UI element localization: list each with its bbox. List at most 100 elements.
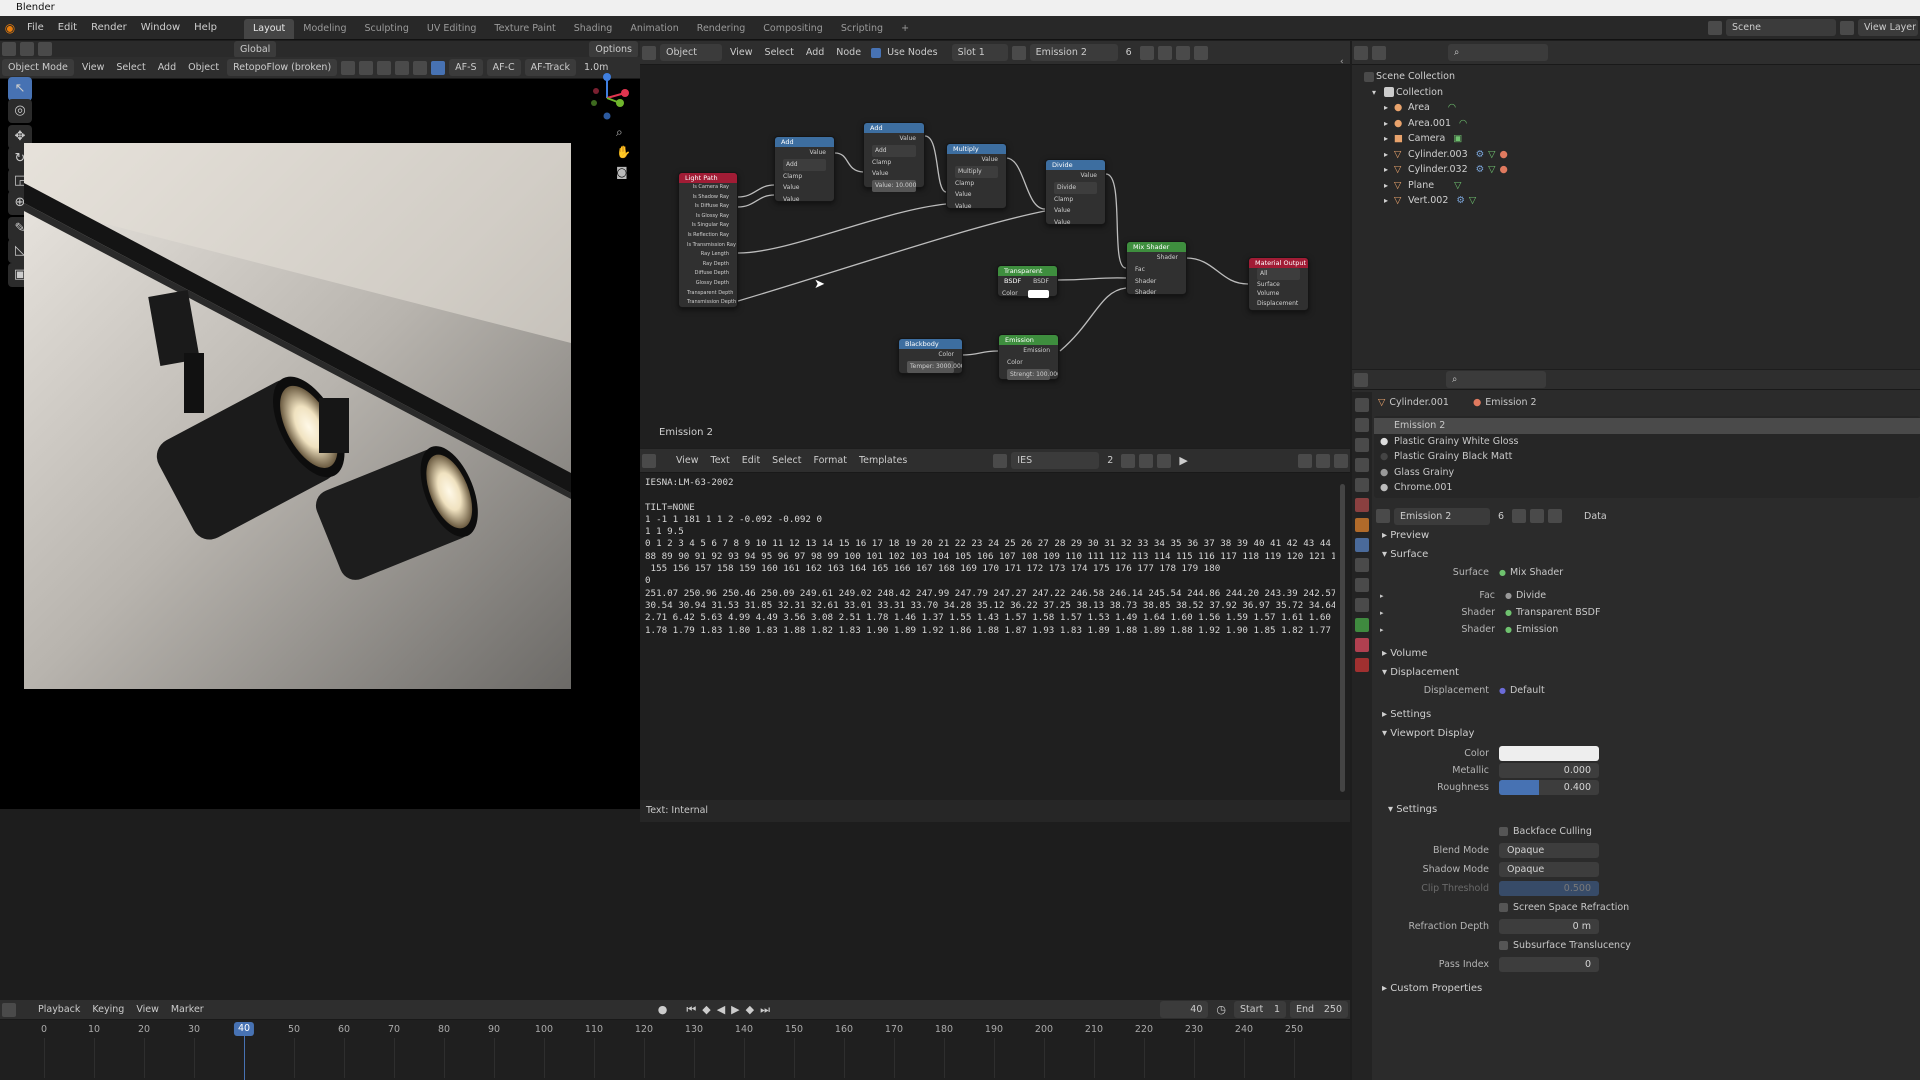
viewport-menu-select[interactable]: Select: [110, 62, 151, 73]
section-settings[interactable]: ▸ Settings: [1374, 705, 1920, 724]
text-content[interactable]: IESNA:LM-63-2002 TILT=NONE 1 -1 1 181 1 …: [645, 477, 1335, 797]
play-icon[interactable]: ▶: [731, 1003, 739, 1016]
pass-index-field[interactable]: 0: [1499, 957, 1599, 972]
collection-row[interactable]: ▾ Collection: [1362, 85, 1912, 101]
add-clamp-checkbox[interactable]: Clamp: [864, 157, 924, 169]
light-path-output[interactable]: Glossy Depth: [679, 279, 737, 289]
material-slot-item[interactable]: ● Glass Grainy: [1374, 465, 1920, 481]
viewport-menu-object[interactable]: Object: [182, 62, 225, 73]
light-path-output[interactable]: Transmission Depth: [679, 298, 737, 308]
scene-collection-row[interactable]: Scene Collection: [1362, 69, 1912, 85]
math-add-node[interactable]: Add Value Add Clamp Value Value: [774, 136, 835, 203]
shading-rendered-icon[interactable]: [431, 60, 446, 75]
section-volume[interactable]: ▸ Volume: [1374, 644, 1920, 663]
output-volume-input[interactable]: Volume: [1249, 289, 1308, 299]
zoom-view-icon[interactable]: ⌕: [616, 125, 623, 140]
expand-arrow-icon[interactable]: ▸: [1384, 178, 1394, 194]
viewport-menu-add[interactable]: Add: [152, 62, 182, 73]
fac-value[interactable]: Divide: [1516, 590, 1546, 601]
menu-help[interactable]: Help: [187, 16, 224, 40]
divide-input[interactable]: Value: [1046, 205, 1105, 217]
light-path-output[interactable]: Is Transmission Ray: [679, 241, 737, 251]
editor-type-icon[interactable]: [642, 453, 656, 468]
timeline-menu-playback[interactable]: Playback: [32, 1004, 86, 1015]
jump-end-icon[interactable]: ⏭: [760, 1003, 770, 1017]
blend-mode-dropdown[interactable]: Opaque: [1499, 843, 1599, 858]
light-path-output[interactable]: Is Camera Ray: [679, 183, 737, 193]
text-menu-edit[interactable]: Edit: [736, 455, 766, 466]
navigation-gizmo[interactable]: [582, 73, 632, 123]
text-menu-templates[interactable]: Templates: [853, 455, 913, 466]
light-path-output[interactable]: Is Shadow Ray: [679, 193, 737, 203]
timeline-menu-marker[interactable]: Marker: [165, 1004, 210, 1015]
light-path-output[interactable]: Is Reflection Ray: [679, 231, 737, 241]
timeline[interactable]: Playback Keying View Marker ● ⏮ ◆ ◀ ▶ ◆ …: [0, 1000, 1350, 1080]
timeline-menu-view[interactable]: View: [130, 1004, 165, 1015]
multiply-input[interactable]: Value: [947, 201, 1006, 213]
object-tab-icon[interactable]: [1355, 518, 1369, 532]
select-mode-icon[interactable]: [38, 42, 52, 56]
multiply-input[interactable]: Value: [947, 189, 1006, 201]
tab-scripting[interactable]: Scripting: [832, 19, 892, 39]
retopoflow-menu[interactable]: RetopoFlow (broken): [227, 59, 338, 76]
word-wrap-icon[interactable]: [1316, 453, 1330, 468]
outliner[interactable]: ⌕ Scene Collection ▾ Collection ▸ ● Area…: [1352, 41, 1920, 369]
light-path-output[interactable]: Ray Depth: [679, 260, 737, 270]
text-menu-format[interactable]: Format: [807, 455, 852, 466]
light-path-output[interactable]: Is Diffuse Ray: [679, 202, 737, 212]
text-browse-icon[interactable]: [993, 453, 1008, 468]
playhead-line[interactable]: [244, 1036, 245, 1080]
menu-edit[interactable]: Edit: [51, 16, 84, 40]
af-track-button[interactable]: AF-Track: [524, 59, 576, 76]
view-layer-tab-icon[interactable]: [1355, 458, 1369, 472]
strength-field[interactable]: Strengt: 100.000: [1007, 368, 1058, 381]
add-operation-dropdown[interactable]: Add: [872, 144, 916, 157]
blender-logo-icon[interactable]: ◉: [0, 21, 20, 35]
add-node-output[interactable]: Value: [775, 147, 834, 159]
editor-type-icon[interactable]: [2, 1002, 16, 1017]
editor-type-icon[interactable]: [1354, 372, 1368, 387]
link-data-button[interactable]: Data: [1578, 511, 1613, 522]
outliner-item[interactable]: ▸ ▽ Cylinder.032 ⚙ ▽ ●: [1362, 162, 1912, 178]
section-settings-sub[interactable]: ▾ Settings: [1374, 800, 1920, 819]
properties-search-field[interactable]: ⌕: [1446, 371, 1546, 388]
tool-tab-icon[interactable]: [1355, 398, 1369, 412]
menu-file[interactable]: File: [20, 16, 51, 40]
material-name-field[interactable]: Emission 2: [1394, 507, 1490, 525]
constraints-tab-icon[interactable]: [1355, 598, 1369, 612]
start-frame-field[interactable]: Start 1: [1234, 1001, 1286, 1018]
record-icon[interactable]: ●: [658, 1003, 668, 1016]
shading-material-icon[interactable]: [413, 60, 428, 75]
output-surface-input[interactable]: Surface: [1249, 280, 1308, 290]
unlink-material-icon[interactable]: [1548, 509, 1563, 523]
expand-arrow-icon[interactable]: ▸: [1384, 162, 1394, 178]
tab-modeling[interactable]: Modeling: [294, 19, 355, 39]
unlink-text-icon[interactable]: [1157, 453, 1172, 468]
prev-keyframe-icon[interactable]: ◆: [702, 1003, 710, 1016]
af-s-button[interactable]: AF-S: [449, 59, 483, 76]
section-surface[interactable]: ▾ Surface: [1374, 545, 1920, 564]
tab-sculpting[interactable]: Sculpting: [355, 19, 417, 39]
outliner-item[interactable]: ▸ ■ Camera ▣: [1362, 131, 1912, 147]
play-reverse-icon[interactable]: ◀: [717, 1003, 725, 1016]
math-add-node[interactable]: Add Value Add Clamp Value Value: 10.000: [863, 122, 925, 192]
shading-solid-icon[interactable]: [395, 60, 410, 75]
line-numbers-icon[interactable]: [1298, 453, 1312, 468]
clip-threshold-slider[interactable]: 0.500: [1499, 881, 1599, 896]
multiply-clamp-checkbox[interactable]: Clamp: [947, 178, 1006, 190]
text-editor[interactable]: View Text Edit Select Format Templates I…: [640, 449, 1350, 822]
view-layer-selector[interactable]: View Layer: [1858, 19, 1918, 36]
material-slot-item[interactable]: ● Chrome.001: [1374, 480, 1920, 496]
emission-color-input[interactable]: Color: [999, 357, 1058, 369]
expand-arrow-icon[interactable]: ▾: [1372, 85, 1382, 101]
tab-uv-editing[interactable]: UV Editing: [418, 19, 486, 39]
section-displacement[interactable]: ▾ Displacement: [1374, 663, 1920, 682]
add-value-field[interactable]: Value: 10.000: [872, 180, 916, 192]
current-frame-field[interactable]: 40: [1160, 1001, 1209, 1018]
run-script-icon[interactable]: ▶: [1179, 454, 1187, 467]
add-clamp-checkbox[interactable]: Clamp: [775, 171, 834, 183]
outliner-item[interactable]: ▸ ▽ Cylinder.003 ⚙ ▽ ●: [1362, 147, 1912, 163]
camera-view-icon[interactable]: ◙: [616, 165, 628, 179]
physics-tab-icon[interactable]: [1355, 578, 1369, 592]
expand-arrow-icon[interactable]: ▸: [1384, 100, 1394, 116]
